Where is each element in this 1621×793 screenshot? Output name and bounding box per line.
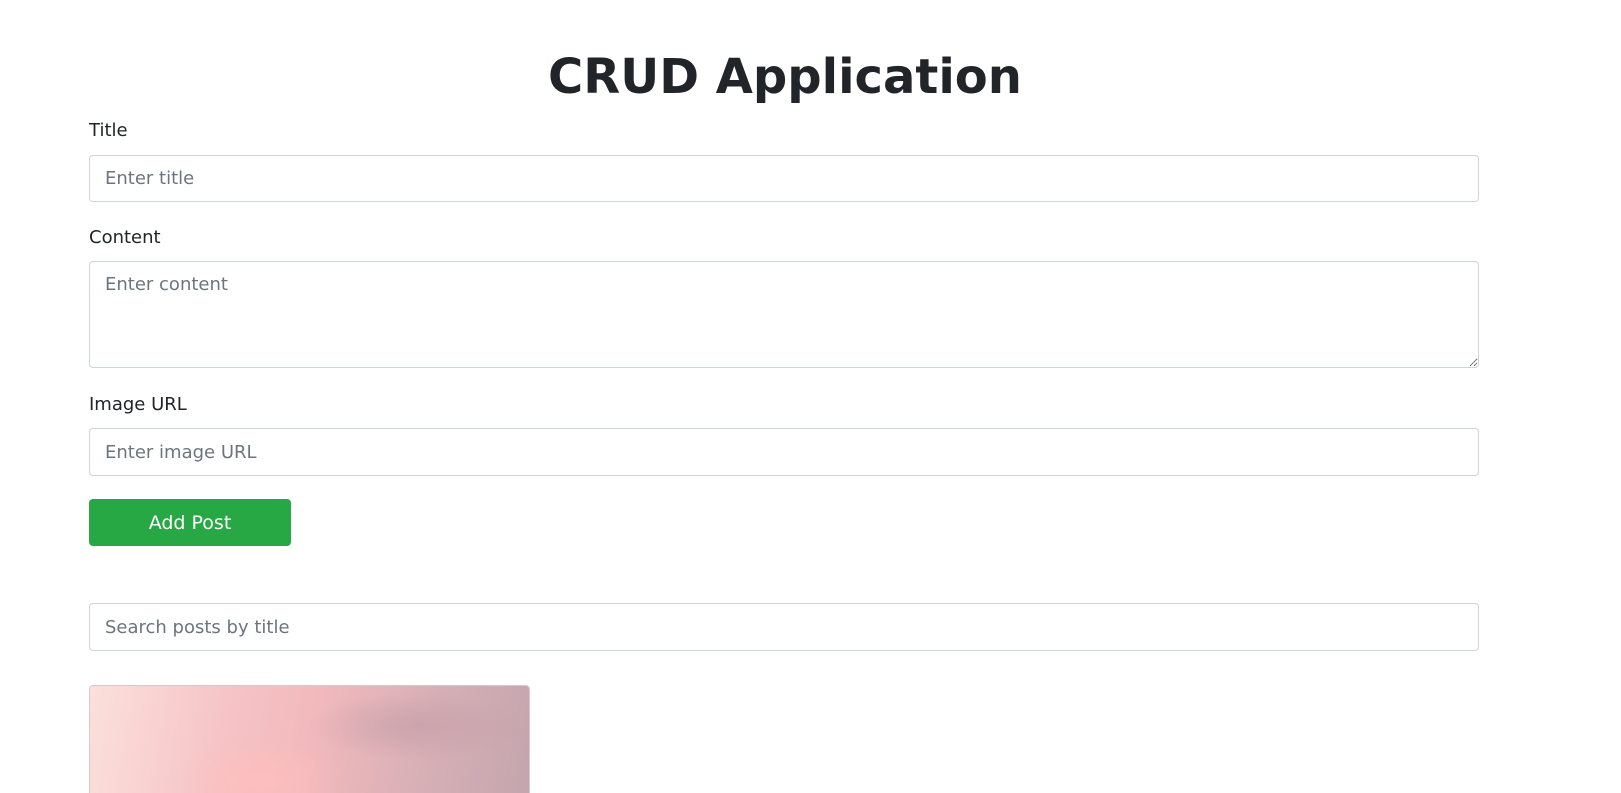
content-textarea[interactable] bbox=[89, 261, 1479, 368]
post-image bbox=[90, 686, 529, 793]
add-post-button[interactable]: Add Post bbox=[89, 499, 291, 546]
title-label: Title bbox=[89, 120, 128, 141]
crud-app-page: CRUD Application Title Content Image URL… bbox=[0, 0, 1621, 793]
image-url-input[interactable] bbox=[89, 428, 1479, 476]
content-label: Content bbox=[89, 227, 161, 248]
post-card bbox=[89, 685, 530, 793]
title-input[interactable] bbox=[89, 155, 1479, 202]
page-title: CRUD Application bbox=[548, 49, 1022, 105]
image-url-label: Image URL bbox=[89, 394, 187, 415]
search-input[interactable] bbox=[89, 603, 1479, 651]
